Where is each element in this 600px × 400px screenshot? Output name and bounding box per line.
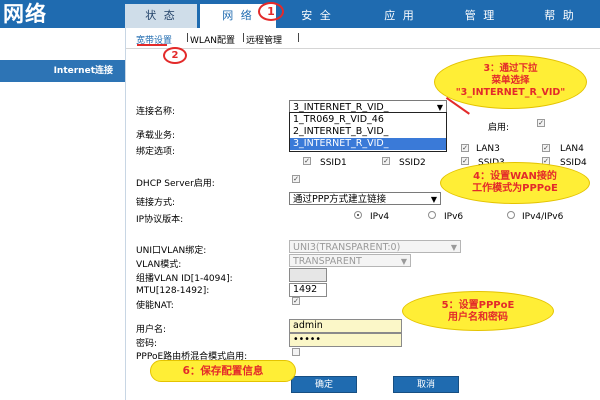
ssid2-checkbox[interactable] — [382, 157, 390, 165]
lan3-label: LAN3 — [476, 144, 500, 154]
password-input[interactable]: ••••• — [289, 333, 402, 347]
username-label: 用户名: — [136, 325, 167, 335]
multicast-vlan-input[interactable] — [289, 268, 327, 282]
sidebar-item-internet-connection[interactable]: Internet连接 — [0, 60, 125, 82]
connection-name-dropdown: 1_TR069_R_VID_46 2_INTERNET_B_VID_ 3_INT… — [289, 112, 447, 152]
callout-step-5-line: 5：设置PPPoE — [441, 300, 515, 311]
uni-vlan-select[interactable]: UNI3(TRANSPARENT:0) ▼ — [289, 240, 461, 253]
dhcp-server-label: DHCP Server启用: — [136, 179, 215, 189]
callout-step-4-line: 4：设置WAN接的 — [473, 171, 557, 182]
ipv4-label: IPv4 — [370, 212, 390, 222]
ipv4-ipv6-label: IPv4/IPv6 — [522, 212, 564, 222]
link-mode-select[interactable]: 通过PPP方式建立链接 ▼ — [289, 192, 441, 205]
callout-step-3-line: 菜单选择 — [491, 75, 530, 86]
ipv6-label: IPv6 — [444, 212, 464, 222]
enable-checkbox[interactable] — [537, 119, 545, 127]
subnav-remote-management[interactable]: 远程管理 — [246, 33, 282, 46]
uni-vlan-label: UNI口VLAN绑定: — [136, 246, 207, 256]
pppoe-bridge-checkbox[interactable] — [292, 348, 300, 356]
dropdown-option[interactable]: 2_INTERNET_B_VID_ — [290, 126, 446, 138]
subnav-separator: | — [186, 33, 190, 43]
chevron-down-icon: ▼ — [430, 195, 437, 204]
service-label: 承载业务: — [136, 131, 176, 141]
link-mode-label: 链接方式: — [136, 198, 176, 208]
subnav-separator: | — [297, 33, 301, 43]
callout-step-5-line: 用户名和密码 — [448, 312, 508, 323]
vlan-mode-value: TRANSPARENT — [293, 256, 362, 267]
underline-broadband — [137, 44, 167, 46]
ipv4-radio[interactable] — [354, 211, 362, 219]
subnav-wlan-config[interactable]: WLAN配置 — [190, 33, 235, 46]
callout-step-4-line: 工作模式为PPPoE — [472, 183, 558, 194]
sidebar — [0, 28, 126, 400]
vlan-mode-label: VLAN模式: — [136, 260, 182, 270]
cancel-button[interactable]: 取消 — [393, 376, 459, 393]
callout-step-3-line: "3_INTERNET_R_VID" — [455, 87, 566, 98]
mtu-label: MTU[128-1492]: — [136, 286, 210, 296]
tab-status[interactable]: 状 态 — [125, 4, 197, 28]
chevron-down-icon: ▼ — [450, 243, 457, 252]
chevron-down-icon: ▼ — [400, 257, 407, 266]
dropdown-option-selected[interactable]: 3_INTERNET_R_VID_ — [290, 138, 446, 150]
nat-checkbox[interactable] — [292, 297, 300, 305]
ssid2-label: SSID2 — [399, 158, 426, 168]
dropdown-option[interactable]: 1_TR069_R_VID_46 — [290, 114, 446, 126]
ssid1-label: SSID1 — [320, 158, 347, 168]
uni-vlan-value: UNI3(TRANSPARENT:0) — [293, 242, 401, 253]
nat-label: 使能NAT: — [136, 301, 174, 311]
callout-step-2: 2 — [163, 47, 187, 64]
tab-help[interactable]: 帮 助 — [520, 4, 600, 28]
multicast-vlan-label: 组播VLAN ID[1-4094]: — [136, 274, 233, 284]
vlan-mode-select[interactable]: TRANSPARENT ▼ — [289, 254, 411, 267]
link-mode-value: 通过PPP方式建立链接 — [293, 194, 387, 205]
confirm-button[interactable]: 确定 — [291, 376, 357, 393]
callout-step-6: 6：保存配置信息 — [150, 360, 296, 382]
enable-label: 启用: — [488, 123, 510, 133]
lan3-checkbox[interactable] — [461, 144, 469, 152]
tab-security[interactable]: 安 全 — [278, 4, 356, 28]
callout-step-1: 1 — [258, 2, 284, 21]
callout-step-3: 3：通过下拉 菜单选择 "3_INTERNET_R_VID" — [434, 55, 587, 109]
callout-step-4: 4：设置WAN接的 工作模式为PPPoE — [440, 162, 590, 204]
ipv6-radio[interactable] — [428, 211, 436, 219]
brand-title: 网络 — [3, 2, 47, 26]
username-input[interactable]: admin — [289, 319, 402, 333]
callout-step-3-line: 3：通过下拉 — [483, 63, 538, 74]
lan4-label: LAN4 — [560, 144, 584, 154]
mtu-input[interactable]: 1492 — [289, 283, 327, 297]
tab-manage[interactable]: 管 理 — [443, 4, 518, 28]
ssid3-checkbox[interactable] — [461, 157, 469, 165]
ip-version-label: IP协议版本: — [136, 215, 184, 225]
ssid1-checkbox[interactable] — [303, 157, 311, 165]
binding-options-label: 绑定选项: — [136, 147, 176, 157]
lan4-checkbox[interactable] — [542, 144, 550, 152]
dhcp-server-checkbox[interactable] — [292, 175, 300, 183]
connection-name-label: 连接名称: — [136, 107, 176, 117]
ipv4-ipv6-radio[interactable] — [507, 211, 515, 219]
callout-step-5: 5：设置PPPoE 用户名和密码 — [402, 291, 554, 331]
subnav-separator: | — [242, 33, 246, 43]
tab-apps[interactable]: 应 用 — [360, 4, 440, 28]
password-label: 密码: — [136, 339, 158, 349]
